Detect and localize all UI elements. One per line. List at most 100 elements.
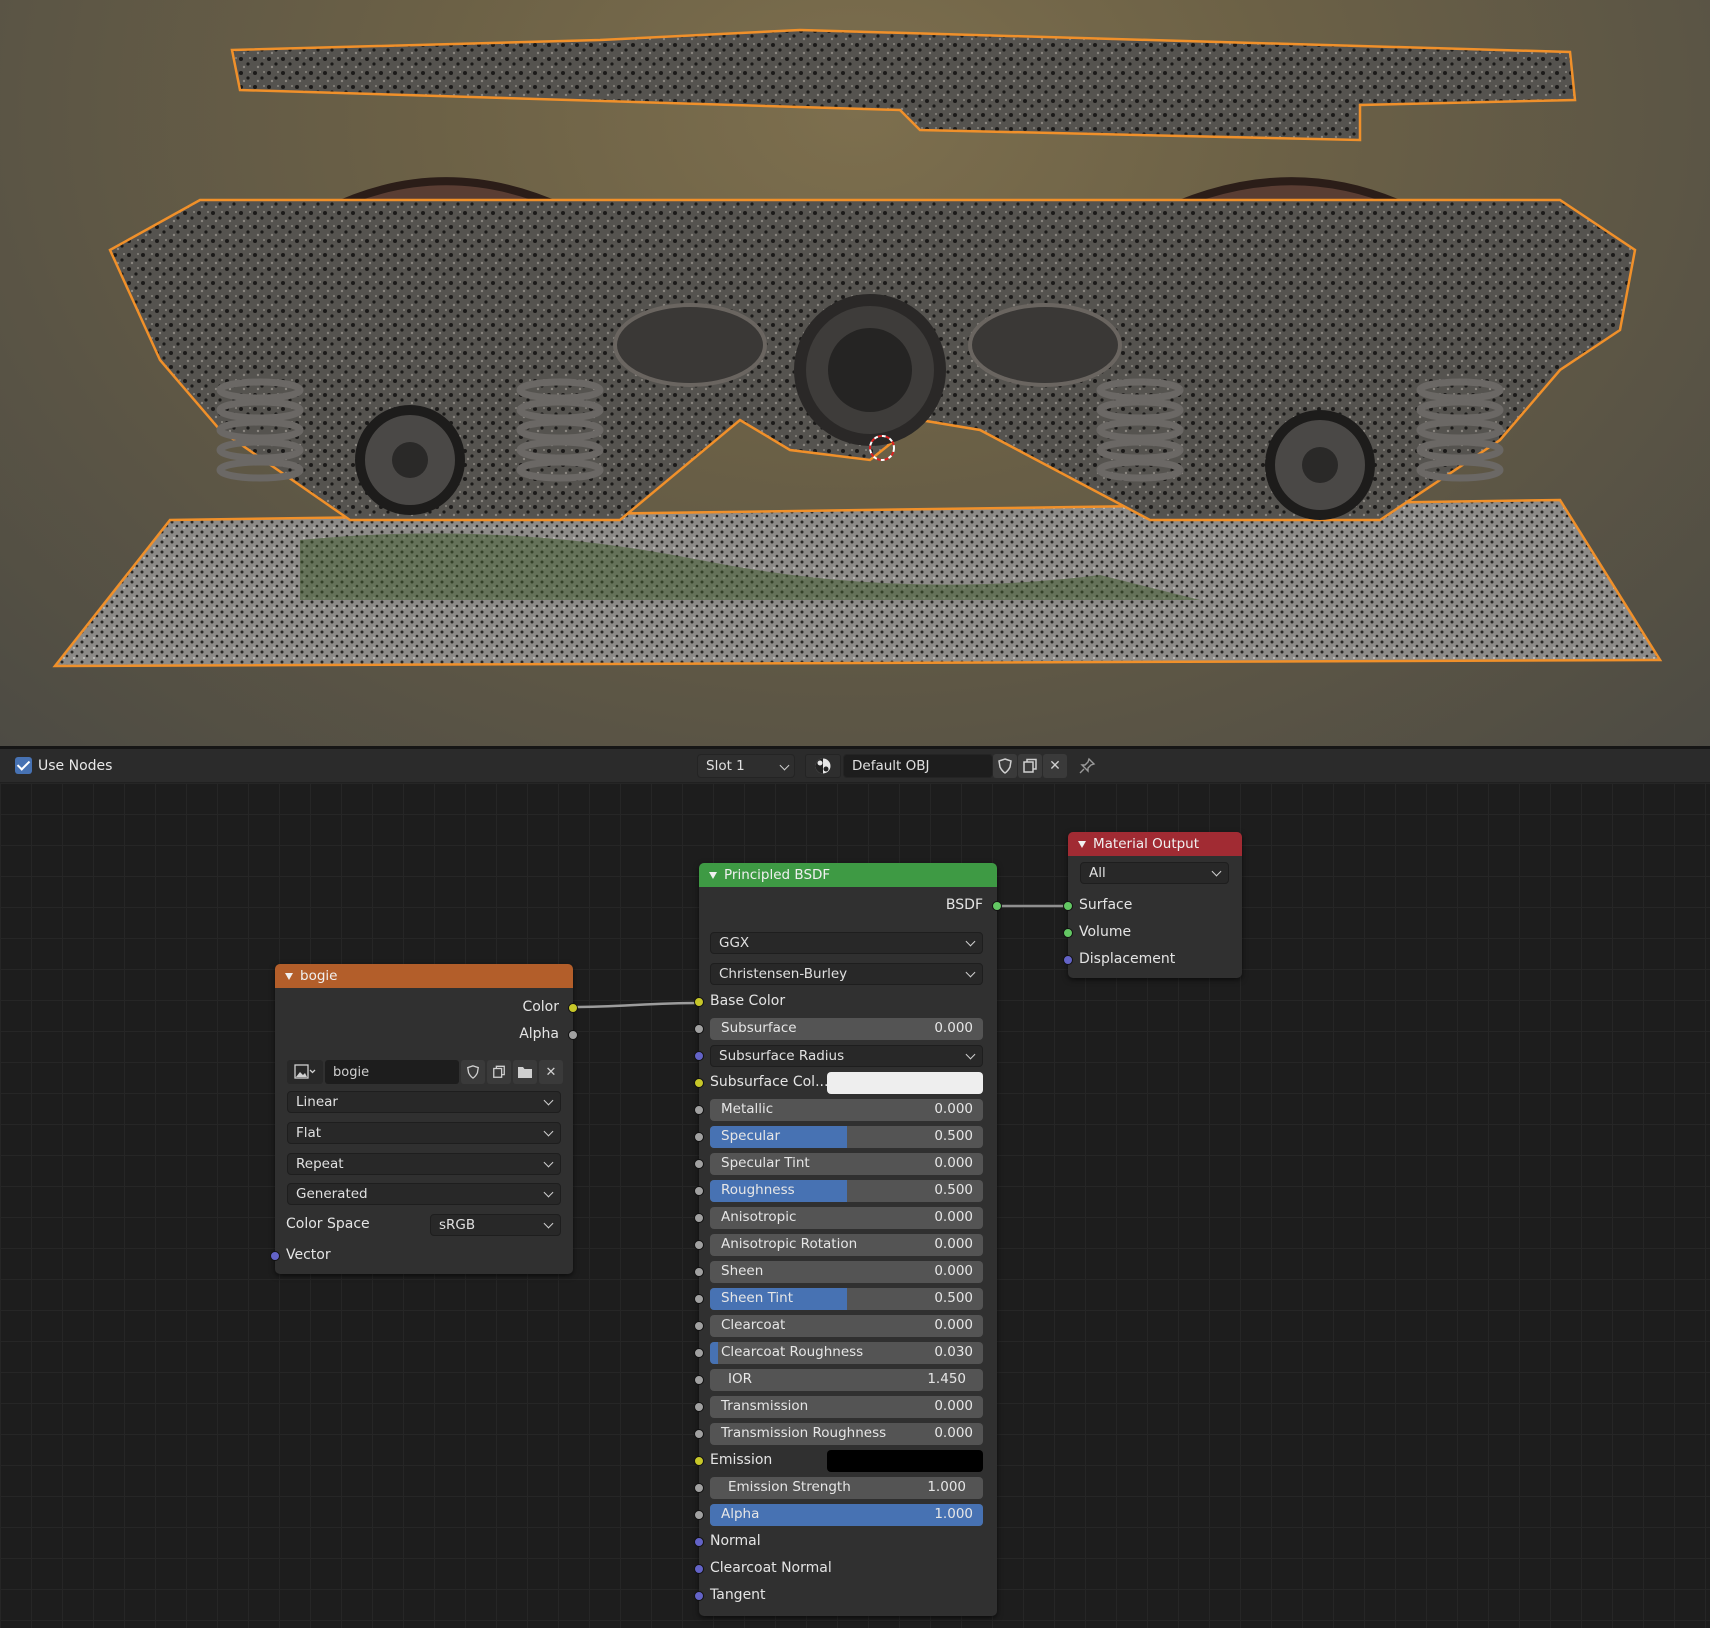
base-color-socket[interactable]	[694, 997, 704, 1007]
sheen-socket[interactable]	[694, 1267, 704, 1277]
clearcoat-roughness-socket[interactable]	[694, 1348, 704, 1358]
material-sphere-icon	[815, 758, 831, 774]
image-texture-node-header[interactable]: bogie	[275, 964, 573, 988]
output-color-socket[interactable]	[568, 1003, 578, 1013]
output-bsdf-socket[interactable]	[992, 901, 1002, 911]
sheen-tint-socket[interactable]	[694, 1294, 704, 1304]
collapse-triangle-icon[interactable]	[1078, 840, 1086, 848]
transmission-roughness-socket[interactable]	[694, 1429, 704, 1439]
emission-strength-field[interactable]: Emission Strength 1.000	[710, 1477, 983, 1499]
clearcoat-normal-socket[interactable]	[694, 1564, 704, 1574]
clearcoat-field[interactable]: Clearcoat 0.000	[710, 1315, 983, 1337]
specular-tint-socket[interactable]	[694, 1159, 704, 1169]
unlink-material-button[interactable]: ✕	[1043, 754, 1067, 778]
image-fake-user-button[interactable]	[461, 1060, 485, 1084]
tangent-socket[interactable]	[694, 1591, 704, 1601]
transmission-roughness-row: Transmission Roughness 0.000	[694, 1423, 997, 1445]
3d-viewport[interactable]	[0, 0, 1710, 746]
color-space-row: Color Space sRGB	[275, 1214, 573, 1236]
surface-input-socket[interactable]	[1063, 901, 1073, 911]
anisotropic-rotation-socket[interactable]	[694, 1240, 704, 1250]
sheen-tint-field[interactable]: Sheen Tint 0.500	[710, 1288, 983, 1310]
ior-socket[interactable]	[694, 1375, 704, 1385]
clearcoat-roughness-row: Clearcoat Roughness 0.030	[694, 1342, 997, 1364]
clearcoat-socket[interactable]	[694, 1321, 704, 1331]
subsurface-color-swatch[interactable]	[827, 1072, 983, 1094]
volume-input-socket[interactable]	[1063, 928, 1073, 938]
image-browse-button[interactable]	[287, 1060, 323, 1084]
principled-bsdf-node-header[interactable]: Principled BSDF	[699, 863, 997, 887]
specular-field[interactable]: Specular 0.500	[710, 1126, 983, 1148]
transmission-socket[interactable]	[694, 1402, 704, 1412]
image-name-field[interactable]: bogie	[325, 1060, 459, 1084]
output-color-label: Color	[522, 999, 559, 1015]
duplicate-material-button[interactable]	[1018, 754, 1042, 778]
subsurface-color-socket[interactable]	[694, 1078, 704, 1088]
clearcoat-roughness-field[interactable]: Clearcoat Roughness 0.030	[710, 1342, 983, 1364]
alpha-socket[interactable]	[694, 1510, 704, 1520]
specular-tint-field[interactable]: Specular Tint 0.000	[710, 1153, 983, 1175]
image-unlink-button[interactable]: ✕	[539, 1060, 563, 1084]
anisotropic-field[interactable]: Anisotropic 0.000	[710, 1207, 983, 1229]
surface-input-row: Surface	[1063, 895, 1242, 917]
output-target-dropdown[interactable]: All	[1080, 862, 1229, 884]
material-output-node-header[interactable]: Material Output	[1068, 832, 1242, 856]
transmission-roughness-field[interactable]: Transmission Roughness 0.000	[710, 1423, 983, 1445]
interpolation-dropdown[interactable]: Linear	[287, 1091, 561, 1113]
anisotropic-rotation-field[interactable]: Anisotropic Rotation 0.000	[710, 1234, 983, 1256]
output-alpha-socket[interactable]	[568, 1030, 578, 1040]
specular-socket[interactable]	[694, 1132, 704, 1142]
ior-field[interactable]: IOR 1.450	[710, 1369, 983, 1391]
normal-socket[interactable]	[694, 1537, 704, 1547]
roughness-field[interactable]: Roughness 0.500	[710, 1180, 983, 1202]
pin-button[interactable]	[1075, 754, 1099, 778]
emission-strength-socket[interactable]	[694, 1483, 704, 1493]
anisotropic-label: Anisotropic	[721, 1209, 797, 1225]
fake-user-button[interactable]	[993, 754, 1017, 778]
image-texture-node[interactable]: bogie Color Alpha bogie ✕ Linear Flat Re…	[270, 964, 578, 1274]
sheen-field[interactable]: Sheen 0.000	[710, 1261, 983, 1283]
subsurface-field[interactable]: Subsurface 0.000	[710, 1018, 983, 1040]
slot-dropdown[interactable]: Slot 1	[697, 754, 795, 778]
roughness-label: Roughness	[721, 1182, 795, 1198]
transmission-field[interactable]: Transmission 0.000	[710, 1396, 983, 1418]
distribution-dropdown[interactable]: GGX	[710, 932, 983, 954]
subsurface-color-label: Subsurface Col...	[710, 1074, 829, 1090]
material-name-field[interactable]: Default OBJ	[843, 754, 993, 778]
subsurface-socket[interactable]	[694, 1024, 704, 1034]
collapse-triangle-icon[interactable]	[285, 972, 293, 980]
extension-dropdown[interactable]: Repeat	[287, 1153, 561, 1175]
alpha-field[interactable]: Alpha 1.000	[710, 1504, 983, 1526]
metallic-field[interactable]: Metallic 0.000	[710, 1099, 983, 1121]
anisotropic-rotation-row: Anisotropic Rotation 0.000	[694, 1234, 997, 1256]
clearcoat-label: Clearcoat	[721, 1317, 786, 1333]
use-nodes-toggle[interactable]: Use Nodes	[15, 757, 112, 774]
material-browse-button[interactable]	[805, 754, 841, 778]
metallic-socket[interactable]	[694, 1105, 704, 1115]
subsurface-radius-socket[interactable]	[694, 1051, 704, 1061]
displacement-input-socket[interactable]	[1063, 955, 1073, 965]
node-editor-canvas[interactable]: bogie Color Alpha bogie ✕ Linear Flat Re…	[0, 783, 1710, 1628]
output-alpha-label: Alpha	[519, 1026, 559, 1042]
use-nodes-checkbox[interactable]	[15, 757, 32, 774]
subsurface-radius-dropdown[interactable]: Subsurface Radius	[710, 1045, 983, 1067]
output-target-value: All	[1089, 865, 1106, 881]
image-duplicate-button[interactable]	[487, 1060, 511, 1084]
roughness-socket[interactable]	[694, 1186, 704, 1196]
vector-input-socket[interactable]	[270, 1251, 280, 1261]
image-selector-row: bogie ✕	[275, 1060, 573, 1084]
projection-dropdown[interactable]: Flat	[287, 1122, 561, 1144]
collapse-triangle-icon[interactable]	[709, 871, 717, 879]
clearcoat-normal-label: Clearcoat Normal	[710, 1560, 832, 1576]
anisotropic-socket[interactable]	[694, 1213, 704, 1223]
source-dropdown[interactable]: Generated	[287, 1183, 561, 1205]
principled-bsdf-node[interactable]: Principled BSDF BSDF GGX Christensen-Bur…	[694, 863, 1002, 1616]
image-open-button[interactable]	[513, 1060, 537, 1084]
emission-color-swatch[interactable]	[827, 1450, 983, 1472]
material-output-node[interactable]: Material Output All Surface Volume Displ…	[1063, 832, 1242, 978]
color-space-dropdown[interactable]: sRGB	[430, 1214, 561, 1236]
displacement-input-row: Displacement	[1063, 949, 1242, 971]
emission-socket[interactable]	[694, 1456, 704, 1466]
ior-value: 1.450	[927, 1371, 966, 1387]
subsurface-method-dropdown[interactable]: Christensen-Burley	[710, 963, 983, 985]
